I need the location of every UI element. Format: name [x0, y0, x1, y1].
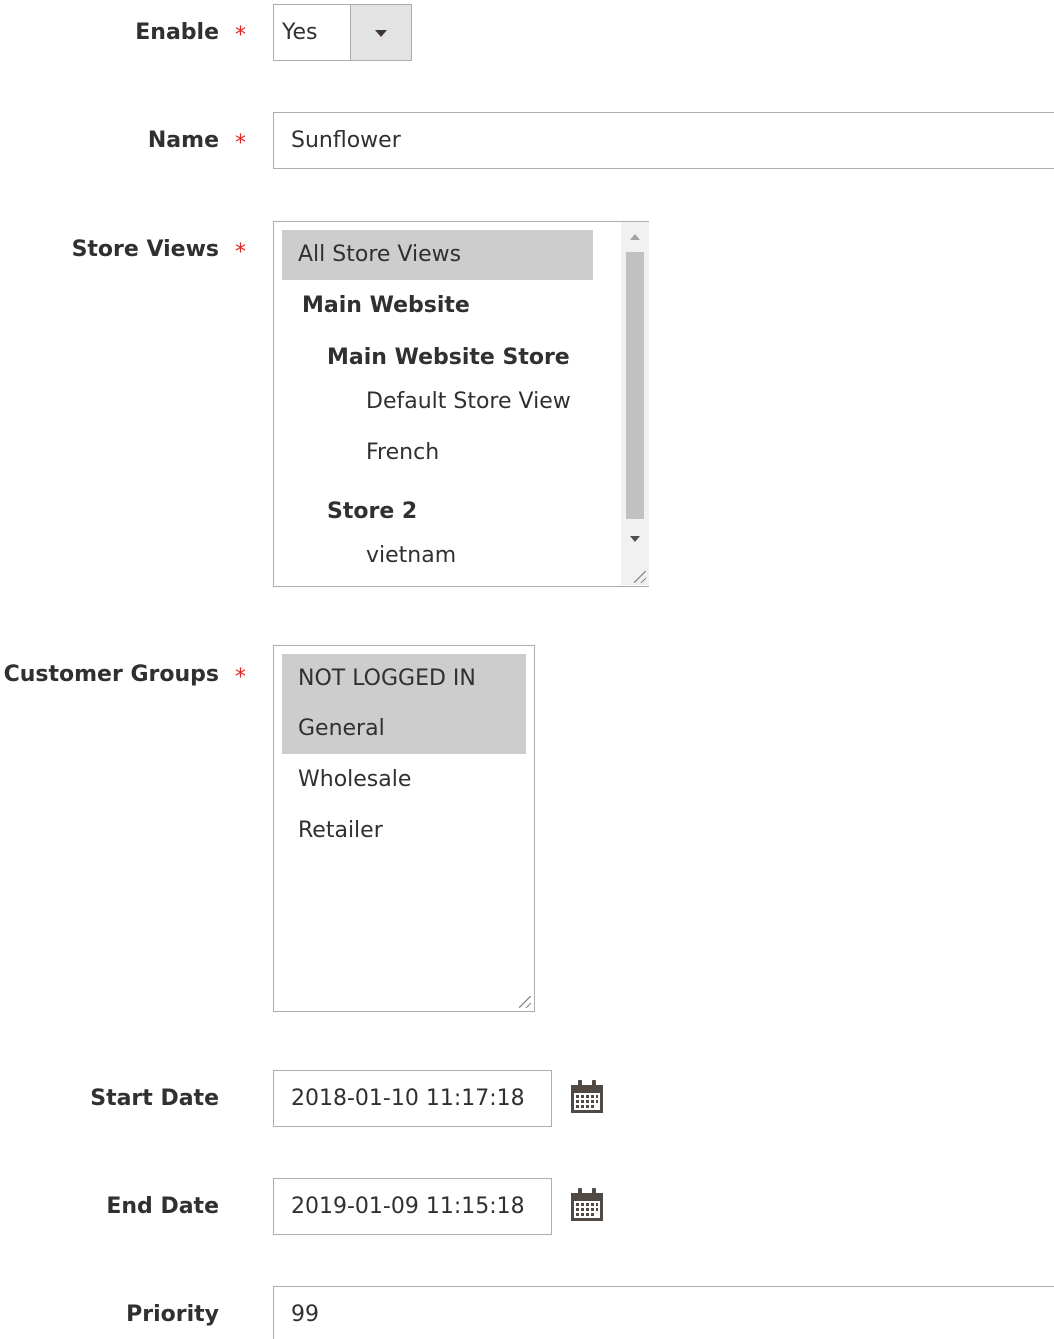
start-date-label: Start Date: [90, 1086, 219, 1111]
customer-groups-option-general[interactable]: General: [282, 704, 526, 754]
enable-select[interactable]: Yes: [273, 4, 412, 61]
name-label: Name: [147, 128, 219, 153]
store-views-label: Store Views: [71, 237, 219, 262]
enable-required-mark: *: [235, 23, 246, 48]
priority-input[interactable]: 99: [273, 1286, 1054, 1339]
store-views-option-vietnam[interactable]: vietnam: [366, 531, 456, 581]
priority-label: Priority: [126, 1302, 219, 1327]
customer-groups-label: Customer Groups: [3, 662, 219, 687]
name-required-mark: *: [235, 131, 246, 156]
calendar-icon[interactable]: [569, 1187, 605, 1223]
scrollbar-thumb[interactable]: [626, 252, 644, 519]
store-views-group-main-website: Main Website: [302, 293, 470, 318]
calendar-icon[interactable]: [569, 1079, 605, 1115]
rule-form: Enable * Yes Name * Sunflower Store View…: [0, 0, 1054, 1339]
customer-groups-multiselect[interactable]: NOT LOGGED IN General Wholesale Retailer: [273, 645, 535, 1012]
enable-select-toggle[interactable]: [350, 5, 411, 60]
customer-groups-required-mark: *: [235, 665, 246, 690]
resize-grip-icon[interactable]: [519, 996, 531, 1008]
store-views-option-all[interactable]: All Store Views: [282, 230, 593, 280]
store-views-option-default[interactable]: Default Store View: [366, 377, 571, 427]
start-date-input[interactable]: 2018-01-10 11:17:18: [273, 1070, 552, 1127]
store-views-scrollbar[interactable]: [621, 222, 649, 585]
customer-groups-option-retailer[interactable]: Retailer: [298, 806, 383, 856]
scroll-up-arrow-icon[interactable]: [630, 234, 640, 240]
enable-label: Enable: [135, 20, 219, 45]
store-views-group-main-website-store: Main Website Store: [327, 345, 570, 370]
store-views-group-store-2: Store 2: [327, 499, 418, 524]
enable-select-value: Yes: [282, 20, 318, 45]
customer-groups-option-wholesale[interactable]: Wholesale: [298, 755, 411, 805]
name-input[interactable]: Sunflower: [273, 112, 1054, 169]
store-views-option-french[interactable]: French: [366, 428, 439, 478]
scroll-down-arrow-icon[interactable]: [630, 536, 640, 542]
end-date-label: End Date: [106, 1194, 219, 1219]
store-views-required-mark: *: [235, 240, 246, 265]
customer-groups-option-not-logged-in[interactable]: NOT LOGGED IN: [282, 654, 526, 704]
chevron-down-icon: [375, 30, 387, 37]
resize-grip-icon[interactable]: [634, 571, 646, 583]
store-views-multiselect[interactable]: All Store Views Main Website Main Websit…: [273, 221, 649, 587]
end-date-input[interactable]: 2019-01-09 11:15:18: [273, 1178, 552, 1235]
